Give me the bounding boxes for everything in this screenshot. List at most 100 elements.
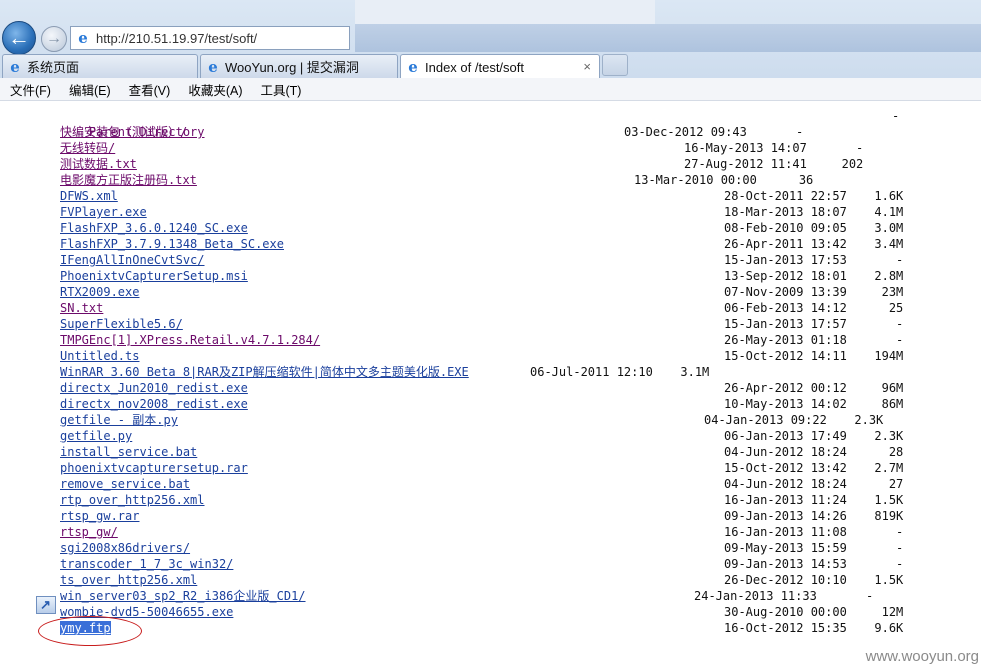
file-meta: 26-Dec-2012 10:10 1.5K <box>724 572 903 588</box>
file-link[interactable]: DFWS.xml <box>60 189 118 203</box>
tab-index-of[interactable]: e Index of /test/soft × <box>400 54 600 79</box>
file-link[interactable]: 电影魔方正版注册码.txt <box>60 173 197 187</box>
menu-file[interactable]: 文件(F) <box>2 80 59 99</box>
file-link[interactable]: ts_over_http256.xml <box>60 573 197 587</box>
file-link[interactable]: wombie-dvd5-50046655.exe <box>60 605 233 619</box>
file-meta: 18-Mar-2013 18:07 4.1M <box>724 204 903 220</box>
file-link[interactable]: 快编安装包（测试版）/ <box>60 125 187 139</box>
file-size: 2.7M <box>874 461 904 475</box>
file-size: - <box>796 125 804 139</box>
column-gap <box>807 141 821 155</box>
file-link[interactable]: rtp_over_http256.xml <box>60 493 205 507</box>
file-link[interactable]: remove_service.bat <box>60 477 190 491</box>
file-link[interactable]: Untitled.ts <box>60 349 139 363</box>
file-link[interactable]: SN.txt <box>60 301 103 315</box>
file-size: - <box>896 541 904 555</box>
file-meta: 24-Jan-2013 11:33 - <box>694 588 873 604</box>
file-link[interactable]: FlashFXP_3.6.0.1240_SC.exe <box>60 221 248 235</box>
forward-button[interactable]: → <box>41 26 67 52</box>
listing-row: rtp_over_http256.xml 16-Jan-2013 11:24 1.… <box>60 492 903 508</box>
column-gap <box>847 317 861 331</box>
file-link[interactable]: IFengAllInOneCvtSvc/ <box>60 253 205 267</box>
file-link[interactable]: 无线转码/ <box>60 141 115 155</box>
menu-favorites[interactable]: 收藏夹(A) <box>180 80 250 99</box>
file-date: 24-Jan-2013 11:33 <box>694 589 817 603</box>
file-link[interactable]: FlashFXP_3.7.9.1348_Beta_SC.exe <box>60 237 284 251</box>
column-gap <box>847 269 861 283</box>
file-meta: 26-Apr-2012 00:12 96M <box>724 380 903 396</box>
file-meta: 26-May-2013 01:18 - <box>724 332 903 348</box>
watermark: www.wooyun.org <box>865 648 979 665</box>
column-gap <box>847 381 861 395</box>
file-size: - <box>896 525 904 539</box>
file-link[interactable]: install_service.bat <box>60 445 197 459</box>
new-tab-button[interactable] <box>602 54 628 76</box>
column-gap <box>847 493 861 507</box>
file-meta: 28-Oct-2011 22:57 1.6K <box>724 188 903 204</box>
file-link[interactable]: getfile.py <box>60 429 132 443</box>
file-link[interactable]: FVPlayer.exe <box>60 205 147 219</box>
ie-page-icon: e <box>78 29 88 47</box>
file-meta: 13-Sep-2012 18:01 2.8M <box>724 268 903 284</box>
file-link[interactable]: getfile - 副本.py <box>60 413 178 427</box>
menu-view[interactable]: 查看(V) <box>121 80 179 99</box>
file-link[interactable]: directx_nov2008_redist.exe <box>60 397 248 411</box>
listing-row: transcoder_1_7_3c_win32/09-Jan-2013 14:5… <box>60 556 903 572</box>
file-meta: 15-Oct-2012 14:11 194M <box>724 348 903 364</box>
tab-label: Index of /test/soft <box>425 59 524 75</box>
tab-system-page[interactable]: e 系统页面 <box>2 54 198 78</box>
file-date: 07-Nov-2009 13:39 <box>724 285 847 299</box>
file-link[interactable]: directx_Jun2010_redist.exe <box>60 381 248 395</box>
listing-row: rtsp_gw.rar 09-Jan-2013 14:26 819K <box>60 508 903 524</box>
column-gap <box>847 477 861 491</box>
tab-wooyun[interactable]: e WooYun.org | 提交漏洞 <box>200 54 398 78</box>
column-gap <box>847 349 861 363</box>
listing-row: ymy.ftp 16-Oct-2012 15:35 9.6K <box>60 620 903 636</box>
column-gap <box>817 589 831 603</box>
file-link[interactable]: 测试数据.txt <box>60 157 137 171</box>
back-arrow-icon: ← <box>8 25 30 50</box>
file-link[interactable]: sgi2008x86drivers/ <box>60 541 190 555</box>
file-link[interactable]: WinRAR 3.60 Beta 8|RAR及ZIP解压缩软件|简体中文多主题美… <box>60 365 469 379</box>
close-tab-icon[interactable]: × <box>583 59 591 74</box>
listing-row: DFWS.xml 28-Oct-2011 22:57 1.6K <box>60 188 903 204</box>
file-link[interactable]: rtsp_gw.rar <box>60 509 139 523</box>
address-bar[interactable]: e http://210.51.19.97/test/soft/ <box>70 26 350 50</box>
column-gap <box>827 413 841 427</box>
toolbar-background <box>355 24 981 52</box>
title-strip <box>355 0 655 24</box>
listing-row: getfile - 副本.py 04-Jan-2013 09:22 2.3K <box>60 412 883 428</box>
file-link[interactable]: SuperFlexible5.6/ <box>60 317 183 331</box>
column-gap <box>847 573 861 587</box>
address-url[interactable]: http://210.51.19.97/test/soft/ <box>96 31 257 46</box>
menu-edit[interactable]: 编辑(E) <box>61 80 119 99</box>
file-meta: 06-Jan-2013 17:49 2.3K <box>724 428 903 444</box>
restore-window-icon[interactable]: ↗ <box>36 596 56 614</box>
file-link[interactable]: transcoder_1_7_3c_win32/ <box>60 557 233 571</box>
file-size: - <box>896 253 904 267</box>
back-button[interactable]: ← <box>2 21 36 55</box>
file-size: 1.5K <box>874 493 904 507</box>
file-link[interactable]: win_server03_sp2_R2_i386企业版_CD1/ <box>60 589 306 603</box>
file-date: 16-May-2013 14:07 <box>684 141 807 155</box>
tab-ie-icon: e <box>10 57 20 76</box>
file-date: 06-Feb-2013 14:12 <box>724 301 847 315</box>
file-date: 15-Jan-2013 17:53 <box>724 253 847 267</box>
tab-ie-icon: e <box>408 58 418 76</box>
file-meta: 03-Dec-2012 09:43 - <box>624 124 803 140</box>
file-link[interactable]: PhoenixtvCapturerSetup.msi <box>60 269 248 283</box>
file-link[interactable]: rtsp_gw/ <box>60 525 118 539</box>
listing-row: IFengAllInOneCvtSvc/15-Jan-2013 17:53 - <box>60 252 903 268</box>
file-link[interactable]: TMPGEnc[1].XPress.Retail.v4.7.1.284/ <box>60 333 320 347</box>
file-date: 04-Jun-2012 18:24 <box>724 445 847 459</box>
listing-row: ts_over_http256.xml 26-Dec-2012 10:10 1.5… <box>60 572 903 588</box>
listing-row: FlashFXP_3.7.9.1348_Beta_SC.exe 26-Apr-20… <box>60 236 903 252</box>
file-size: 12M <box>881 605 904 619</box>
file-link[interactable]: RTX2009.exe <box>60 285 139 299</box>
file-date: 09-Jan-2013 14:53 <box>724 557 847 571</box>
file-link[interactable]: phoenixtvcapturersetup.rar <box>60 461 248 475</box>
file-meta: 04-Jun-2012 18:24 27 <box>724 476 903 492</box>
file-link[interactable]: ymy.ftp <box>60 621 111 635</box>
menu-tools[interactable]: 工具(T) <box>252 80 309 99</box>
column-gap <box>847 429 861 443</box>
